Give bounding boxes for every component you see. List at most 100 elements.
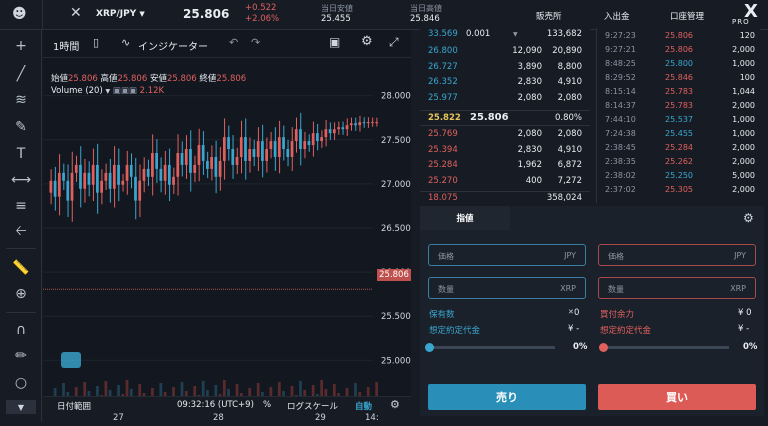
last-price: 25.806 (183, 7, 230, 21)
trade-price: 25.537 (665, 115, 693, 124)
tab-limit-label: 指値 (456, 214, 474, 224)
candle-body (362, 122, 366, 124)
ask-row[interactable]: 26.352 2,830 4,910 (420, 77, 590, 89)
candle-body (100, 180, 103, 193)
trade-qty: 100 (739, 73, 755, 82)
nav-account[interactable]: 口座管理 (670, 10, 704, 22)
trade-qty: 2,000 (732, 101, 755, 110)
sell-button[interactable]: 売り (428, 384, 586, 410)
top-price: 33.569 (428, 29, 458, 39)
mid-price: 25.822 (428, 113, 461, 123)
ask-row[interactable]: 26.800 12,090 20,890 (420, 46, 590, 58)
trade-row: 2:38:02 25.250 5,000 (597, 171, 761, 183)
ask-price: 26.352 (428, 77, 458, 87)
buy-button[interactable]: 買い (598, 384, 756, 410)
camera-icon[interactable]: ▣ (329, 35, 340, 49)
text-icon[interactable]: T (11, 144, 31, 164)
nav-exchange[interactable]: 販売所 (536, 10, 562, 22)
candle-body (316, 133, 319, 142)
change-abs: +0.522 (245, 3, 277, 13)
candle-plot[interactable]: 28.00027.50027.00026.50026.00025.50025.0… (43, 58, 411, 426)
candle-body (167, 164, 171, 185)
book-footer: 18.075 358,024 (420, 191, 590, 203)
zoom-in-icon[interactable]: ⊕ (11, 284, 31, 304)
price-chart[interactable]: 1時間 ▯ ∿ インジケーター ↶ ↷ ▣ ⚙ ⤢ 始値25.806 高値25.… (43, 30, 411, 423)
divider (42, 0, 43, 30)
candle-body (332, 129, 336, 134)
trade-time: 2:38:45 (605, 143, 636, 152)
gear-icon[interactable]: ⚙ (743, 211, 754, 225)
ask-price: 25.977 (428, 92, 458, 103)
sell-slider-thumb[interactable] (425, 343, 434, 352)
trendline-icon[interactable]: ╱ (11, 64, 31, 84)
buy-slider[interactable] (599, 343, 729, 352)
buy-qty-unit: XRP (730, 284, 746, 293)
candle-body (248, 149, 252, 161)
trade-price: 25.305 (665, 185, 693, 194)
candle-body (299, 129, 302, 150)
buy-qty-field[interactable]: 数量 XRP (598, 277, 756, 299)
close-icon[interactable]: ✕ (70, 5, 82, 21)
bid-row[interactable]: 25.284 1,962 6,872 (420, 160, 590, 172)
interval-selector[interactable]: 1時間 (53, 38, 79, 53)
candle-body (146, 168, 150, 177)
candle-body (87, 172, 91, 185)
ruler-icon[interactable]: 📏 (11, 258, 31, 278)
y-tick-label: 27.000 (381, 180, 411, 190)
indicator-icon[interactable]: ∿ (121, 36, 130, 49)
percent-toggle[interactable]: % (263, 400, 271, 410)
measure-icon[interactable]: ≡ (11, 196, 31, 216)
buy-price-field[interactable]: 価格 JPY (598, 244, 756, 266)
brush-icon[interactable]: ✎ (11, 117, 31, 137)
crosshair-icon[interactable]: + (11, 36, 31, 56)
bid-row[interactable]: 25.394 2,830 4,910 (420, 145, 590, 157)
candle-type-icon[interactable]: ▯ (93, 36, 99, 49)
bid-row[interactable]: 25.769 2,080 2,080 (420, 129, 590, 141)
chevron-down-icon[interactable]: ▼ (513, 31, 518, 38)
sell-price-field[interactable]: 価格 JPY (428, 244, 586, 266)
trade-time: 8:29:52 (605, 73, 636, 82)
candle-body (252, 149, 256, 157)
buy-slider-thumb[interactable] (599, 343, 608, 352)
candle-body (324, 129, 328, 138)
buy-price-unit: JPY (734, 251, 746, 260)
bid-row[interactable]: 25.270 400 7,272 (420, 176, 590, 188)
trade-time: 8:48:25 (605, 59, 636, 68)
undo-icon[interactable]: ↶ (229, 36, 238, 49)
sell-qty-label: 数量 (438, 285, 454, 294)
trade-row: 2:37:02 25.305 2,000 (597, 185, 761, 197)
fullscreen-icon[interactable]: ⤢ (389, 35, 399, 50)
sell-slider[interactable] (425, 343, 555, 352)
sell-qty-field[interactable]: 数量 XRP (428, 277, 586, 299)
pencil-lock-icon[interactable]: ✏ (11, 346, 31, 366)
trade-qty: 2,000 (732, 185, 755, 194)
fib-icon[interactable]: ≋ (11, 90, 31, 110)
order-book: 33.569 0.001 ▼ 133,682 26.800 12,090 20,89… (420, 28, 590, 203)
trade-price: 25.783 (665, 101, 693, 110)
gear-icon[interactable]: ⚙ (361, 34, 373, 49)
buy-price-label: 価格 (608, 252, 624, 261)
trade-qty: 2,000 (732, 143, 755, 152)
gear-icon[interactable]: ⚙ (390, 398, 400, 411)
pattern-icon[interactable]: ⟷ (11, 170, 31, 190)
redo-icon[interactable]: ↷ (251, 36, 260, 49)
y-tick-label: 27.500 (381, 136, 411, 146)
magnet-icon[interactable]: ∩ (11, 320, 31, 340)
auto-scale-toggle[interactable]: 自動 (355, 400, 372, 412)
indicator-button[interactable]: インジケーター (138, 38, 208, 53)
arrow-left-icon[interactable]: 🡠 (11, 222, 31, 242)
user-icon[interactable]: ☻ (12, 6, 30, 24)
ask-row[interactable]: 25.977 2,080 2,080 (420, 93, 590, 105)
collapse-toolbar-button[interactable]: ▼ (6, 400, 36, 414)
qty-step[interactable]: 0.001 (466, 29, 490, 39)
date-range-button[interactable]: 日付範囲 (57, 400, 91, 412)
trade-row: 8:14:37 25.783 2,000 (597, 101, 761, 113)
sell-price-unit: JPY (564, 251, 576, 260)
ask-row[interactable]: 26.727 3,890 8,800 (420, 62, 590, 74)
log-scale-toggle[interactable]: ログスケール (287, 400, 338, 412)
trade-row: 8:15:14 25.783 1,044 (597, 87, 761, 99)
lock-icon[interactable]: ○ (11, 373, 31, 393)
pair-selector[interactable]: XRP/JPY ▼ (96, 9, 145, 19)
tab-limit[interactable]: 指値 (420, 206, 510, 230)
nav-deposit[interactable]: 入出金 (604, 10, 630, 22)
